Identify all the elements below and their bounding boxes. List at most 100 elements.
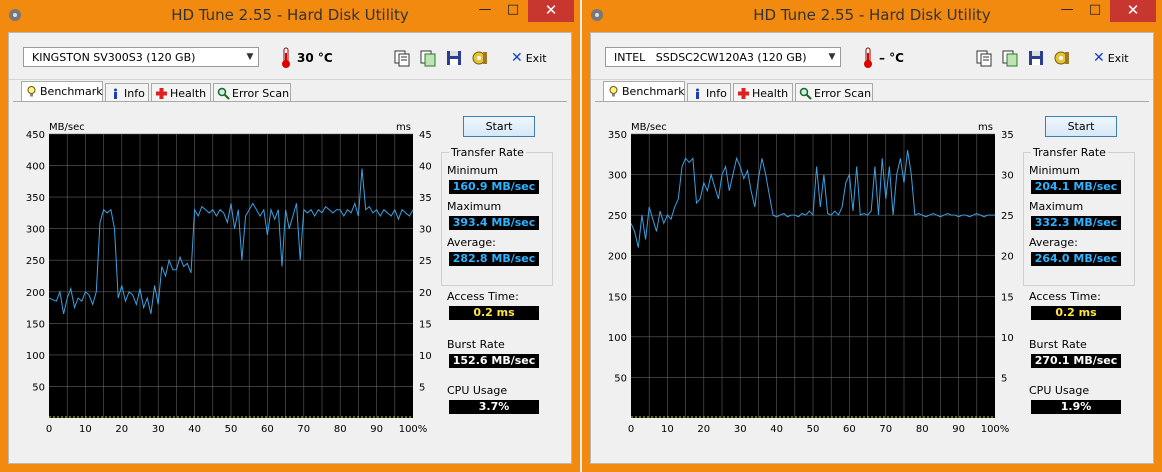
- tab-health[interactable]: Health: [151, 83, 211, 102]
- x-tick-label: 0: [628, 424, 634, 435]
- x-tick-label: 100%: [399, 424, 428, 435]
- y-tick-label: 450: [26, 130, 45, 141]
- save-icon[interactable]: [1027, 49, 1045, 67]
- x-tick-label: 60: [261, 424, 274, 435]
- x-tick-label: 90: [952, 424, 965, 435]
- close-button[interactable]: ✕: [528, 0, 574, 22]
- client-area: INTEL SSDSC2CW120A3 (120 GB) ▼ – °C ✕ Exi…: [590, 32, 1154, 464]
- y-tick-label: 250: [608, 211, 627, 222]
- title-bar[interactable]: HD Tune 2.55 - Hard Disk Utility — □ ✕: [582, 0, 1162, 32]
- info-icon: [114, 88, 117, 99]
- y-tick-label: 200: [26, 288, 45, 299]
- cpu-usage-label: CPU Usage: [1029, 384, 1090, 397]
- tab-benchmark[interactable]: Benchmark: [21, 81, 103, 103]
- magnifier-icon: [799, 87, 812, 100]
- chevron-down-icon[interactable]: ▼: [824, 48, 840, 66]
- y-axis-label: MB/sec: [49, 122, 85, 133]
- x-tick-label: 40: [188, 424, 201, 435]
- y2-tick-label: 15: [419, 319, 432, 330]
- y2-tick-label: 25: [1001, 211, 1014, 222]
- tab-info[interactable]: Info: [105, 83, 149, 102]
- maximize-button[interactable]: □: [498, 0, 528, 22]
- x-tick-label: 10: [661, 424, 674, 435]
- y2-axis-label: ms: [978, 122, 993, 133]
- options-icon[interactable]: [471, 49, 489, 67]
- start-button[interactable]: Start: [463, 116, 535, 137]
- access-time-value: 0.2 ms: [449, 306, 539, 320]
- y2-tick-label: 10: [419, 351, 432, 362]
- minimum-label: Minimum: [1029, 164, 1080, 177]
- exit-label: Exit: [1107, 52, 1129, 65]
- info-icon: [696, 88, 699, 99]
- copy-screenshot-icon[interactable]: [419, 49, 437, 67]
- cpu-usage-value: 1.9%: [1031, 400, 1121, 414]
- minimize-button[interactable]: —: [1052, 0, 1082, 22]
- y-tick-label: 50: [614, 373, 627, 384]
- health-cross-icon: [156, 88, 167, 99]
- x-tick-label: 20: [115, 424, 128, 435]
- cpu-usage-value: 3.7%: [449, 400, 539, 414]
- y2-tick-label: 30: [419, 225, 432, 236]
- y2-tick-label: 5: [419, 382, 425, 393]
- maximum-value: 332.3 MB/sec: [1031, 216, 1121, 230]
- y-tick-label: 100: [608, 333, 627, 344]
- tab-benchmark[interactable]: Benchmark: [603, 81, 685, 103]
- thermometer-icon: [864, 47, 872, 68]
- title-bar[interactable]: HD Tune 2.55 - Hard Disk Utility — □ ✕: [0, 0, 580, 32]
- exit-button[interactable]: ✕ Exit: [511, 50, 547, 66]
- hdtune-window-right: HD Tune 2.55 - Hard Disk Utility — □ ✕ I…: [582, 0, 1162, 472]
- magnifier-icon: [217, 87, 230, 100]
- transfer-rate-title: Transfer Rate: [1031, 146, 1108, 159]
- copy-text-icon[interactable]: [393, 49, 411, 67]
- burst-rate-label: Burst Rate: [447, 338, 505, 351]
- access-time-label: Access Time:: [447, 290, 519, 303]
- y-tick-label: 250: [26, 256, 45, 267]
- maximize-button[interactable]: □: [1080, 0, 1110, 22]
- burst-rate-value: 270.1 MB/sec: [1031, 354, 1121, 368]
- y-tick-label: 300: [608, 171, 627, 182]
- drive-dropdown[interactable]: INTEL SSDSC2CW120A3 (120 GB) ▼: [605, 47, 841, 67]
- y2-tick-label: 45: [419, 130, 432, 141]
- benchmark-panel: 50 100 150 200 250 300 350 400 450 5 10 15 20 25 30 35 4…: [13, 101, 567, 459]
- cpu-usage-label: CPU Usage: [447, 384, 508, 397]
- y-tick-label: 400: [26, 162, 45, 173]
- y-tick-label: 300: [26, 225, 45, 236]
- close-x-icon: ✕: [1093, 50, 1105, 66]
- x-tick-label: 10: [79, 424, 92, 435]
- hdtune-window-left: HD Tune 2.55 - Hard Disk Utility — □ ✕ K…: [0, 0, 580, 472]
- x-tick-label: 20: [697, 424, 710, 435]
- x-tick-label: 30: [734, 424, 747, 435]
- tab-health[interactable]: Health: [733, 83, 793, 102]
- start-button[interactable]: Start: [1045, 116, 1117, 137]
- y2-tick-label: 35: [419, 193, 432, 204]
- y-tick-label: 150: [608, 292, 627, 303]
- save-icon[interactable]: [445, 49, 463, 67]
- options-icon[interactable]: [1053, 49, 1071, 67]
- x-tick-label: 50: [225, 424, 238, 435]
- minimize-button[interactable]: —: [470, 0, 500, 22]
- chevron-down-icon[interactable]: ▼: [242, 48, 258, 66]
- x-tick-label: 0: [46, 424, 52, 435]
- transfer-rate-title: Transfer Rate: [449, 146, 526, 159]
- average-value: 264.0 MB/sec: [1031, 252, 1121, 266]
- minimum-value: 160.9 MB/sec: [449, 180, 539, 194]
- benchmark-panel: 50 100 150 200 250 300 350 5 10 15 20 25 30 35 0 10 20 30…: [595, 101, 1149, 459]
- exit-button[interactable]: ✕ Exit: [1093, 50, 1129, 66]
- average-label: Average:: [447, 236, 496, 249]
- y-tick-label: 200: [608, 252, 627, 263]
- y2-tick-label: 30: [1001, 171, 1014, 182]
- maximum-label: Maximum: [1029, 200, 1084, 213]
- tab-error-scan[interactable]: Error Scan: [213, 83, 291, 102]
- maximum-value: 393.4 MB/sec: [449, 216, 539, 230]
- copy-screenshot-icon[interactable]: [1001, 49, 1019, 67]
- burst-rate-value: 152.6 MB/sec: [449, 354, 539, 368]
- minimum-value: 204.1 MB/sec: [1031, 180, 1121, 194]
- drive-dropdown[interactable]: KINGSTON SV300S3 (120 GB) ▼: [23, 47, 259, 67]
- tab-info[interactable]: Info: [687, 83, 731, 102]
- y2-tick-label: 20: [1001, 252, 1014, 263]
- tab-error-scan[interactable]: Error Scan: [795, 83, 873, 102]
- close-button[interactable]: ✕: [1110, 0, 1156, 22]
- drive-selected-value: KINGSTON SV300S3 (120 GB): [32, 51, 196, 64]
- copy-text-icon[interactable]: [975, 49, 993, 67]
- x-tick-label: 30: [152, 424, 165, 435]
